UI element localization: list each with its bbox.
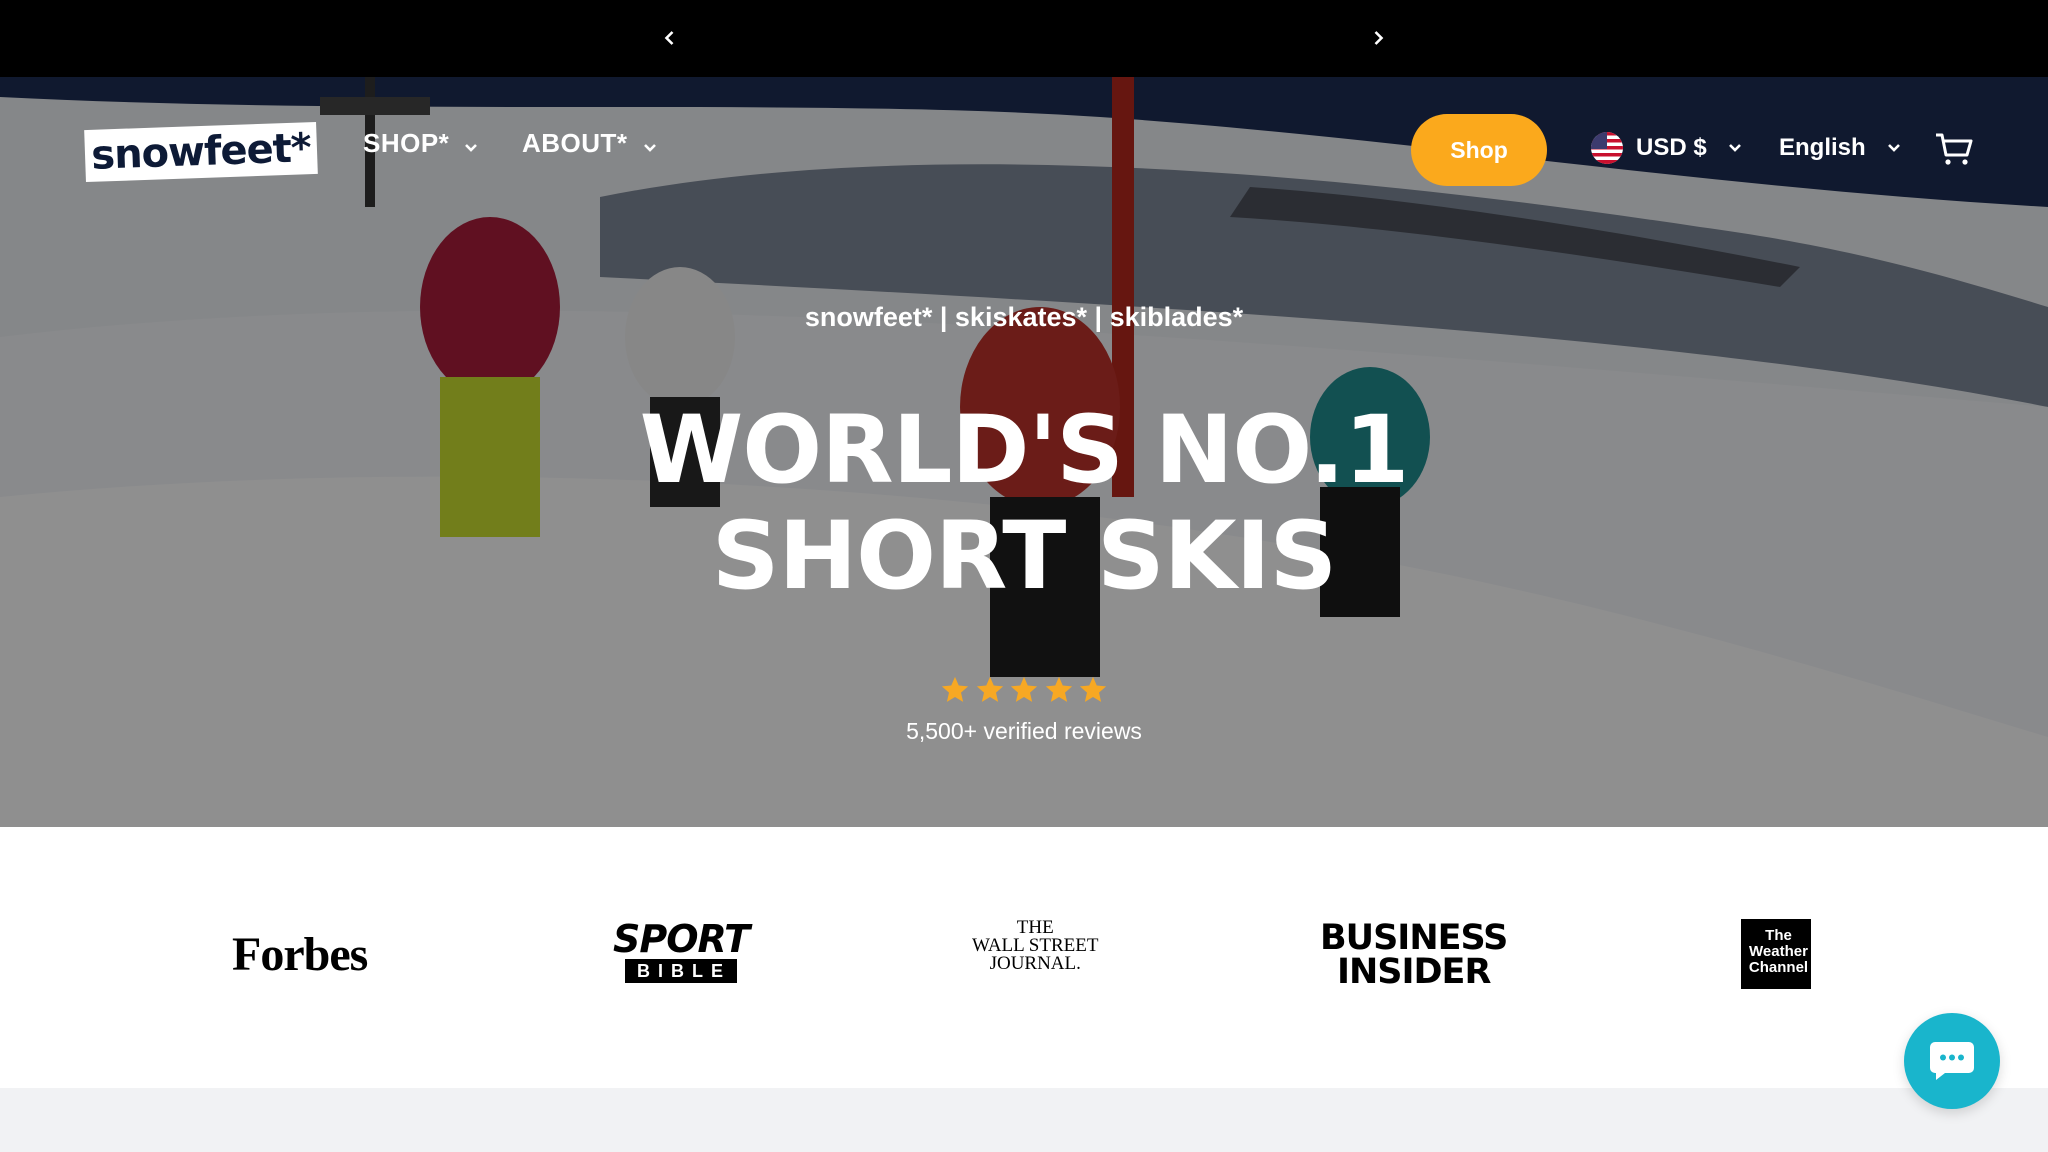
chevron-left-icon: [664, 31, 674, 45]
announcement-prev-button[interactable]: [654, 22, 686, 54]
cart-icon[interactable]: [1934, 131, 1974, 167]
sport-bible-bottom: BIBLE: [625, 959, 737, 983]
star-icon: [1079, 676, 1107, 702]
site-logo[interactable]: snowfeet*: [84, 121, 318, 183]
chevron-right-icon: [1374, 31, 1384, 45]
announcement-bar: [0, 0, 2048, 77]
bi-line2: INSIDER: [1336, 952, 1491, 992]
chevron-down-icon: [643, 143, 656, 152]
reviews-count: 5,500+ verified reviews: [906, 718, 1142, 744]
language-label: English: [1779, 134, 1866, 161]
weather-channel-logo: The Weather Channel: [1741, 919, 1811, 989]
language-selector[interactable]: English: [1779, 134, 1902, 162]
star-icon: [941, 676, 969, 702]
hero-headline: WORLD'S NO.1 SHORT SKIS: [0, 398, 2048, 610]
currency-selector[interactable]: USD $: [1591, 132, 1743, 164]
rating-stars: [940, 675, 1108, 707]
chevron-down-icon: [465, 143, 478, 152]
nav-about[interactable]: ABOUT*: [522, 128, 658, 159]
nav-shop-label: SHOP*: [363, 128, 450, 158]
hero-tagline: snowfeet* | skiskates* | skiblades*: [804, 302, 1244, 332]
nav-about-label: ABOUT*: [522, 128, 628, 158]
nav-shop[interactable]: SHOP*: [363, 128, 479, 159]
us-flag-icon: [1591, 132, 1623, 164]
star-icon: [1010, 676, 1038, 702]
bi-line1: BUSINESS: [1320, 918, 1508, 958]
star-icon: [976, 676, 1003, 702]
sport-bible-top: SPORT: [613, 917, 750, 961]
hero-headline-line1: WORLD'S NO.1: [639, 396, 1410, 505]
star-icon: [1045, 676, 1072, 702]
chat-bubble-icon: [1930, 1042, 1974, 1080]
currency-label: USD $: [1636, 134, 1707, 161]
twc-line1: The: [1765, 927, 1792, 944]
logo-text: snowfeet*: [90, 125, 312, 179]
sport-bible-logo: SPORT BIBLE: [613, 919, 750, 983]
hero-headline-line2: SHORT SKIS: [711, 502, 1338, 611]
business-insider-logo: BUSINESS INSIDER: [1320, 918, 1508, 992]
twc-line3: Channel: [1748, 959, 1809, 976]
shop-button[interactable]: Shop: [1411, 114, 1547, 186]
announcement-next-button[interactable]: [1362, 22, 1394, 54]
twc-line2: Weather: [1749, 943, 1808, 960]
chevron-down-icon: [1728, 144, 1741, 152]
wall-street-journal-logo: THE WALL STREET JOURNAL.: [972, 918, 1098, 974]
chevron-down-icon: [1887, 144, 1900, 152]
chat-button[interactable]: [1904, 1013, 2000, 1109]
press-logos-band: Forbes SPORT BIBLE THE WALL STREET JOURN…: [0, 827, 2048, 1088]
forbes-logo: Forbes: [232, 928, 368, 981]
wsj-line3: JOURNAL.: [989, 953, 1081, 974]
